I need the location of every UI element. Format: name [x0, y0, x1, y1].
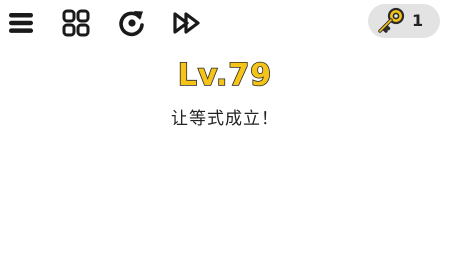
- levels-button[interactable]: [61, 8, 91, 38]
- key-counter[interactable]: 1: [368, 4, 440, 38]
- level-title: Lv.79: [177, 57, 273, 94]
- fast-forward-icon: [173, 12, 200, 34]
- key-count: 1: [412, 11, 424, 30]
- restart-button[interactable]: [117, 8, 147, 38]
- top-toolbar: 1: [0, 0, 450, 44]
- skip-button[interactable]: [172, 8, 202, 38]
- key-icon: [378, 7, 405, 33]
- instruction-text: 让等式成立！: [171, 109, 279, 129]
- restart-icon: [119, 11, 144, 37]
- menu-button[interactable]: [6, 8, 36, 38]
- grid-icon: [62, 9, 90, 37]
- hamburger-icon: [9, 13, 33, 33]
